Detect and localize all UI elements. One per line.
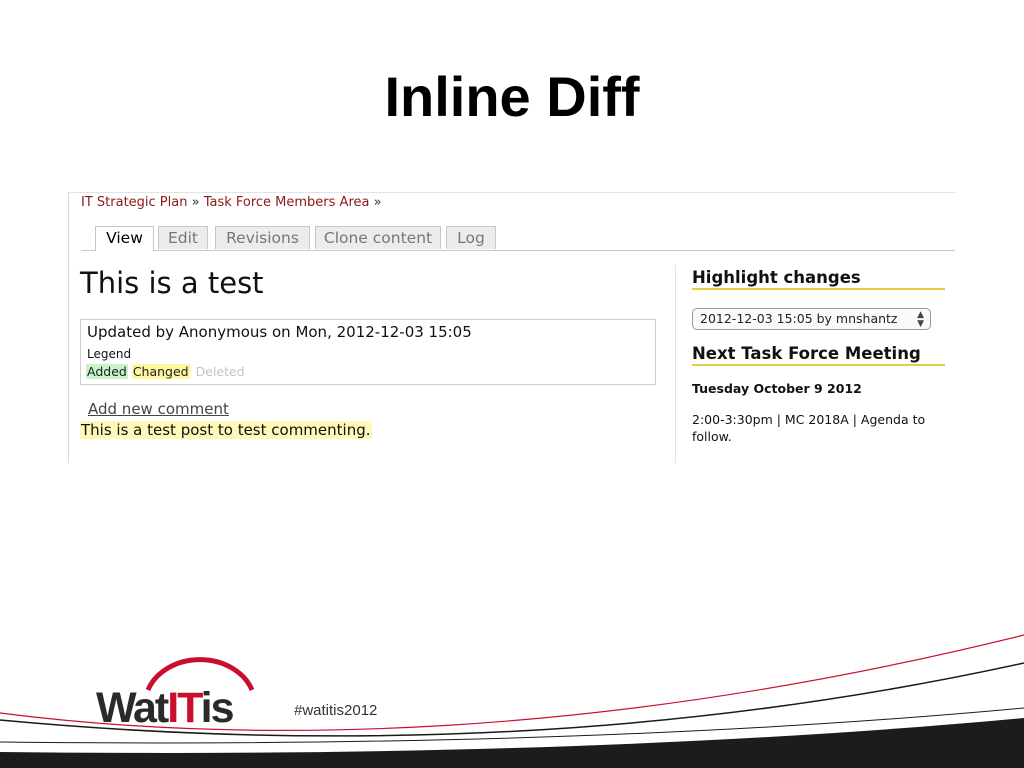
drupal-screenshot: IT Strategic Plan » Task Force Members A… bbox=[68, 192, 955, 463]
meeting-date: Tuesday October 9 2012 bbox=[692, 381, 862, 396]
breadcrumb-link-it-strategic-plan[interactable]: IT Strategic Plan bbox=[81, 195, 187, 210]
legend-changed: Changed bbox=[131, 364, 190, 379]
breadcrumb-separator: » bbox=[369, 195, 382, 210]
legend-added: Added bbox=[86, 364, 128, 379]
highlight-changes-title: Highlight changes bbox=[692, 268, 945, 290]
meeting-info: 2:00-3:30pm | MC 2018A | Agenda to follo… bbox=[692, 412, 926, 444]
revision-select-value: 2012-12-03 15:05 by mnshantz bbox=[700, 311, 898, 326]
diff-info-box: Updated by Anonymous on Mon, 2012-12-03 … bbox=[80, 319, 656, 385]
tab-bar: View Edit Revisions Clone content Log bbox=[81, 226, 955, 251]
revision-updated-text: Updated by Anonymous on Mon, 2012-12-03 … bbox=[87, 323, 472, 341]
node-title: This is a test bbox=[80, 266, 264, 300]
logo-it: IT bbox=[167, 684, 202, 732]
hashtag: #watitis2012 bbox=[294, 702, 378, 719]
tab-revisions[interactable]: Revisions bbox=[215, 226, 310, 249]
legend-deleted: Deleted bbox=[195, 364, 245, 379]
select-stepper-icon: ▲ ▼ bbox=[917, 310, 924, 329]
breadcrumb-link-task-force[interactable]: Task Force Members Area bbox=[204, 195, 370, 210]
breadcrumb-separator: » bbox=[187, 195, 204, 210]
watitis-logo: WatITis bbox=[96, 684, 235, 732]
diff-legend: Added Changed Deleted bbox=[86, 364, 247, 379]
breadcrumb: IT Strategic Plan » Task Force Members A… bbox=[81, 195, 382, 210]
slide-title: Inline Diff bbox=[384, 65, 640, 128]
next-meeting-title: Next Task Force Meeting bbox=[692, 344, 945, 366]
tab-view[interactable]: View bbox=[95, 226, 154, 251]
tab-clone-content[interactable]: Clone content bbox=[315, 226, 441, 249]
tab-edit[interactable]: Edit bbox=[158, 226, 208, 249]
logo-wat: Wat bbox=[96, 684, 169, 732]
revision-select[interactable]: 2012-12-03 15:05 by mnshantz ▲ ▼ bbox=[692, 308, 931, 330]
sidebar-divider bbox=[675, 265, 676, 463]
logo-is: is bbox=[200, 684, 235, 732]
legend-label: Legend bbox=[87, 347, 132, 361]
add-new-comment-link[interactable]: Add new comment bbox=[88, 400, 229, 418]
comment-text: This is a test post to test commenting. bbox=[80, 421, 372, 439]
tab-log[interactable]: Log bbox=[446, 226, 496, 249]
